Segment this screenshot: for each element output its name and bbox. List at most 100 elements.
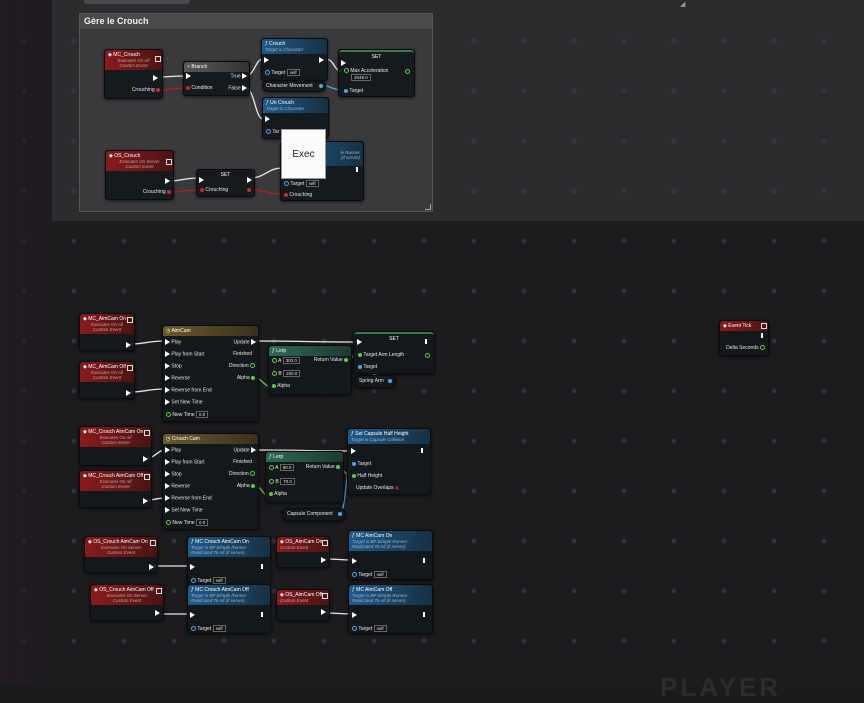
node-os-crouch-aimcam-off[interactable]: ◆ OS_Crouch AimCam Off Executes On Serve…	[90, 584, 164, 621]
finished-pin[interactable]: Finished	[233, 459, 252, 465]
node-mc-aimcam-on[interactable]: ◆ MC_AimCam On Executes On All Custom Ev…	[79, 313, 135, 351]
exec-out-pin[interactable]	[143, 498, 148, 504]
reverse-pin[interactable]: Reverse	[165, 483, 190, 489]
stop-pin[interactable]: Stop	[165, 471, 182, 477]
exec-out-pin[interactable]	[126, 390, 131, 396]
delta-seconds-pin[interactable]: Delta Seconds	[726, 345, 765, 351]
replicate-toggle-icon[interactable]	[150, 540, 156, 546]
new-time-pin[interactable]: New Time 0.0	[166, 411, 209, 418]
exec-out-pin[interactable]	[321, 557, 326, 563]
node-fn-mc-aimcam-on[interactable]: ƒ MC AimCam On Target is BP Simple Runne…	[348, 530, 433, 580]
node-fn-mc-crouch-aimcam-off[interactable]: ƒ MC Crouch AimCam Off Target is BP Simp…	[187, 584, 271, 634]
exec-out-pin[interactable]	[155, 610, 160, 616]
exec-out-pin[interactable]	[153, 75, 158, 81]
target-pin[interactable]: Target self	[352, 625, 387, 632]
exec-in-pin[interactable]	[351, 448, 356, 454]
node-lerp-capsule[interactable]: ƒ Lerp A 90.0 Return Value B 70.0 Alpha	[265, 451, 344, 503]
node-set-crouching[interactable]: SET Crouching	[196, 169, 255, 197]
exec-in-pin[interactable]	[199, 177, 204, 183]
replicate-toggle-icon[interactable]	[761, 323, 767, 329]
exec-out-pin[interactable]	[247, 177, 252, 183]
value-out-pin[interactable]	[425, 353, 430, 358]
target-pin[interactable]: Tar	[266, 129, 279, 135]
node-lerp-arm[interactable]: ƒ Lerp A 300.0 Return Value B 200.0 Alph…	[268, 345, 352, 395]
exec-in-pin[interactable]	[186, 73, 191, 79]
crouching-pin[interactable]: Crouching	[132, 87, 160, 93]
exec-out-pin[interactable]	[261, 612, 263, 619]
reverse-from-end-pin[interactable]: Reverse from End	[165, 387, 212, 393]
exec-out-pin[interactable]	[423, 612, 425, 619]
return-value-pin[interactable]: Return Value	[314, 357, 348, 363]
node-mc-crouch[interactable]: ◆ MC_Crouch Executes On All Custom Event…	[104, 49, 163, 99]
exec-out-pin[interactable]	[149, 564, 154, 570]
lerp-alpha-pin[interactable]: Alpha	[269, 491, 287, 497]
exec-out-pin[interactable]	[321, 609, 326, 615]
exec-out-pin[interactable]	[126, 342, 131, 348]
replicate-toggle-icon[interactable]	[144, 430, 150, 436]
node-branch[interactable]: ⑂ Branch True Condition False	[183, 61, 250, 96]
value-out-pin[interactable]	[247, 188, 251, 192]
crouching-pin[interactable]: Crouching	[200, 187, 228, 193]
comment-resize-handle[interactable]	[425, 204, 431, 210]
max-accel-input[interactable]: 2048.0	[351, 74, 371, 81]
exec-out-pin[interactable]	[761, 333, 763, 340]
exec-in-pin[interactable]	[190, 564, 195, 570]
set-new-time-pin[interactable]: Set New Time	[165, 507, 203, 513]
node-os-crouch[interactable]: ◆ OS_Crouch Executes On Server Custom Ev…	[105, 150, 174, 200]
set-new-time-pin[interactable]: Set New Time	[165, 399, 203, 405]
replicate-toggle-icon[interactable]	[166, 159, 172, 165]
node-mc-crouch-aimcam-on[interactable]: ◆ MC_Crouch AimCam On Executes On All Cu…	[79, 426, 152, 466]
exec-in-pin[interactable]	[357, 339, 362, 345]
arm-length-pin[interactable]: Target Arm Length	[358, 352, 404, 358]
comment-title[interactable]: Gère le Crouch	[80, 14, 432, 29]
node-aimcam-timeline[interactable]: ◷ AimCam Play Play from Start Stop Rever…	[162, 325, 259, 422]
replicate-toggle-icon[interactable]	[155, 56, 161, 62]
finished-pin[interactable]: Finished	[233, 351, 252, 357]
node-character-movement[interactable]: Character Movement	[262, 80, 326, 92]
target-pin[interactable]: Target self	[265, 69, 300, 76]
direction-pin[interactable]: Direction	[229, 471, 255, 477]
exec-out-pin[interactable]	[423, 558, 425, 565]
exec-in-pin[interactable]	[352, 558, 357, 564]
exec-out-pin[interactable]	[165, 178, 170, 184]
exec-out-pin[interactable]	[319, 57, 324, 63]
node-os-aimcam-on[interactable]: ◆ OS_AimCam On Custom Event	[276, 536, 330, 568]
node-set-max-accel[interactable]: SET Max Acceleration 2048.0 Target	[338, 49, 415, 97]
node-fn-mc-crouch-aimcam-on[interactable]: ƒ MC Crouch AimCam On Target is BP Simpl…	[187, 536, 271, 586]
replicate-toggle-icon[interactable]	[156, 588, 162, 594]
target-pin[interactable]: Target	[344, 88, 363, 94]
exec-out-pin[interactable]	[421, 448, 423, 455]
play-pin[interactable]: Play	[165, 339, 181, 345]
exec-in-pin[interactable]	[265, 116, 270, 122]
node-os-aimcam-off[interactable]: ◆ OS_AimCam Off Custom Event	[276, 589, 330, 621]
exec-in-pin[interactable]	[341, 60, 346, 66]
value-out-pin[interactable]	[405, 69, 410, 74]
var-out-pin[interactable]	[319, 84, 323, 88]
exec-in-pin[interactable]	[264, 57, 269, 63]
node-set-capsule-half-height[interactable]: ƒ Set Capsule Half Height Target is Caps…	[347, 428, 431, 495]
update-overlaps-pin[interactable]: Update Overlaps	[356, 485, 399, 491]
play-from-start-pin[interactable]: Play from Start	[165, 459, 204, 465]
true-pin[interactable]: True	[231, 73, 247, 79]
update-pin[interactable]: Update	[233, 447, 256, 453]
node-crouchcam-timeline[interactable]: ◷ Crouch Cam Play Play from Start Stop R…	[162, 433, 259, 530]
target-pin[interactable]: Target self	[191, 577, 226, 584]
exec-in-pin[interactable]	[352, 612, 357, 618]
exec-out-pin[interactable]	[261, 564, 263, 571]
exec-out-pin[interactable]	[425, 339, 427, 346]
node-set-arm-length[interactable]: SET Target Arm Length Target	[353, 331, 435, 374]
target-pin[interactable]: Target	[358, 364, 377, 370]
false-pin[interactable]: False	[228, 85, 247, 91]
play-from-start-pin[interactable]: Play from Start	[165, 351, 204, 357]
crouching-pin[interactable]: Crouching	[284, 192, 312, 198]
target-pin[interactable]: Target self	[284, 180, 319, 187]
condition-pin[interactable]: Condition	[186, 85, 213, 91]
node-crouch-function[interactable]: ƒ Crouch Target is Character Target self	[261, 38, 328, 81]
node-spring-arm[interactable]: Spring Arm	[354, 375, 396, 388]
replicate-toggle-icon[interactable]	[322, 540, 328, 546]
node-fn-mc-aimcam-off[interactable]: ƒ MC AimCam Off Target is BP Simple Runn…	[348, 584, 433, 634]
replicate-toggle-icon[interactable]	[127, 365, 133, 371]
exec-out-pin[interactable]	[143, 456, 148, 462]
replicate-toggle-icon[interactable]	[127, 317, 133, 323]
node-mc-aimcam-off[interactable]: ◆ MC_AimCam Off Executes On All Custom E…	[79, 361, 135, 399]
